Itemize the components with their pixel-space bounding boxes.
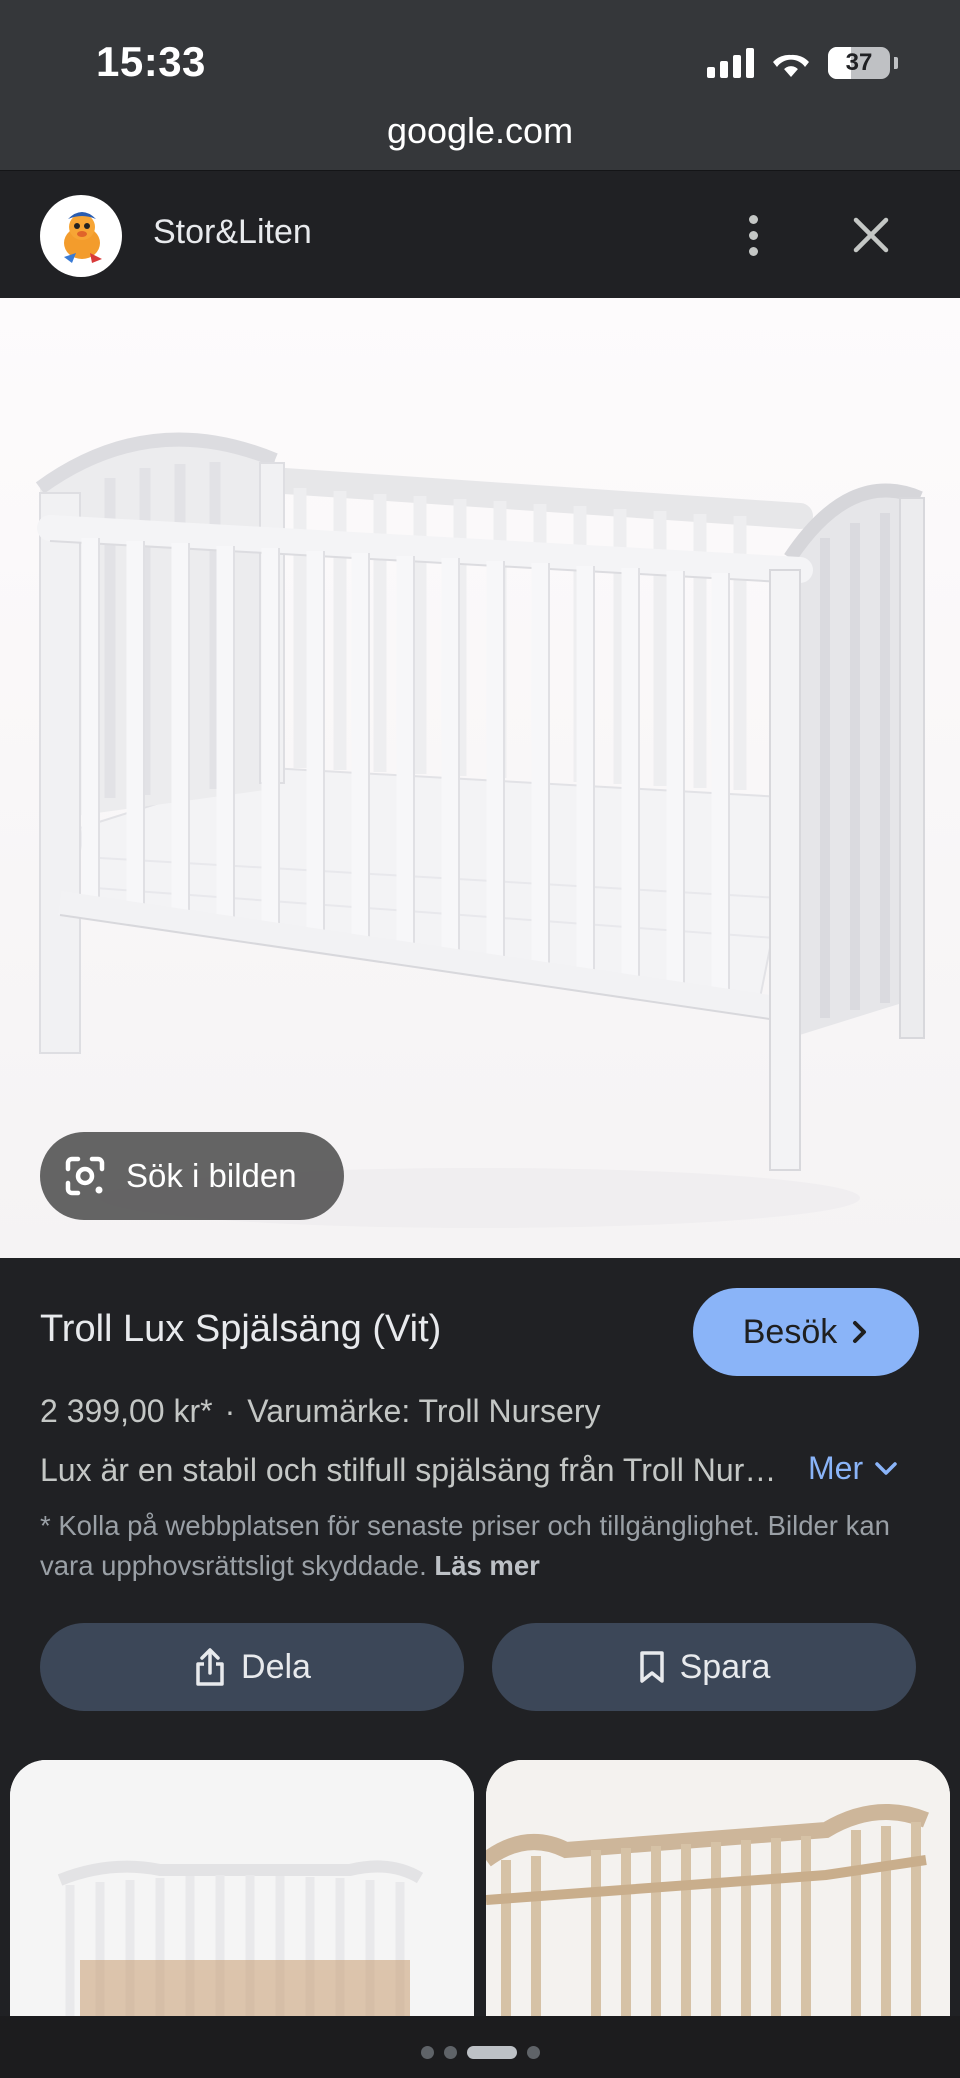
- related-product-card[interactable]: [486, 1760, 950, 2020]
- status-icons: 37: [707, 44, 898, 82]
- wifi-icon: [773, 54, 809, 77]
- source-header: Stor&Liten: [0, 170, 960, 298]
- related-crib-image: [486, 1760, 950, 2020]
- signal-icon: [707, 48, 754, 78]
- search-in-image-button[interactable]: Sök i bilden: [40, 1132, 344, 1220]
- more-vert-icon[interactable]: [735, 209, 771, 261]
- bottom-bar: [0, 2016, 960, 2078]
- page-dot: [420, 2046, 434, 2059]
- price-row: 2 399,00 kr* · Varumärke: Troll Nursery: [40, 1393, 600, 1430]
- related-crib-image: [10, 1760, 474, 2020]
- battery-nub: [894, 57, 898, 69]
- separator-dot: ·: [224, 1393, 236, 1429]
- product-price: 2 399,00 kr*: [40, 1393, 213, 1429]
- product-description: Lux är en stabil och stilfull spjälsäng …: [40, 1452, 780, 1488]
- google-lens-icon: [65, 1156, 105, 1196]
- product-image[interactable]: [0, 298, 960, 1258]
- share-icon: [196, 1648, 224, 1686]
- source-logo[interactable]: [40, 195, 122, 277]
- product-title: Troll Lux Spjälsäng (Vit): [40, 1308, 442, 1350]
- bookmark-icon: [639, 1651, 664, 1683]
- page-dot: [526, 2046, 540, 2059]
- more-label: Mer: [808, 1450, 864, 1486]
- save-label: Spara: [679, 1647, 771, 1686]
- save-button[interactable]: Spara: [492, 1623, 916, 1711]
- source-name[interactable]: Stor&Liten: [153, 213, 312, 252]
- page-dot: [443, 2046, 457, 2059]
- url-bar[interactable]: google.com: [0, 110, 960, 152]
- share-label: Dela: [241, 1647, 311, 1686]
- chevron-right-icon: [853, 1321, 867, 1343]
- mascot-logo-icon: [64, 212, 102, 263]
- visit-button[interactable]: Besök: [693, 1288, 919, 1376]
- status-bar: 15:33 37 google.com: [0, 0, 960, 170]
- product-brand: Varumärke: Troll Nursery: [247, 1393, 601, 1429]
- disclaimer: * Kolla på webbplatsen för senaste prise…: [40, 1506, 920, 1586]
- visit-label: Besök: [742, 1312, 838, 1351]
- chevron-down-icon: [875, 1461, 897, 1475]
- share-button[interactable]: Dela: [40, 1623, 464, 1711]
- read-more-link[interactable]: Läs mer: [434, 1550, 539, 1581]
- page-dot-active: [466, 2046, 517, 2059]
- status-time: 15:33: [96, 38, 206, 85]
- related-product-card[interactable]: [10, 1760, 474, 2020]
- battery-icon: 37: [828, 47, 890, 79]
- close-icon[interactable]: [848, 212, 894, 258]
- battery-level: 37: [845, 49, 873, 76]
- page-indicator: [0, 2046, 960, 2059]
- search-in-image-label: Sök i bilden: [126, 1157, 297, 1194]
- more-button[interactable]: Mer: [808, 1450, 899, 1487]
- crib-image: [0, 298, 960, 1258]
